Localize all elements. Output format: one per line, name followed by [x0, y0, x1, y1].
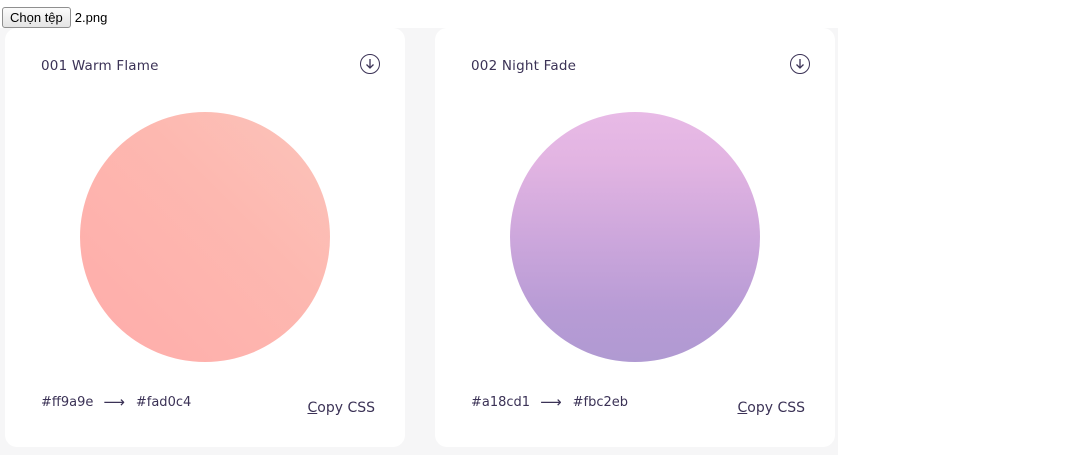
arrow-right-icon: ⟶ — [540, 393, 562, 411]
card-title: 002 Night Fade — [471, 58, 577, 74]
copy-css-label-rest: opy CSS — [747, 400, 805, 416]
download-icon[interactable] — [360, 54, 380, 74]
file-input: Chọn tệp 2.png — [2, 6, 107, 28]
copy-css-label-rest: opy CSS — [317, 400, 375, 416]
arrow-right-icon: ⟶ — [103, 393, 125, 411]
download-icon[interactable] — [790, 54, 810, 74]
copy-css-label-first: C — [737, 400, 748, 416]
selected-file-name: 2.png — [74, 9, 108, 25]
card-title: 001 Warm Flame — [41, 58, 159, 74]
to-color-code: #fbc2eb — [572, 395, 628, 410]
from-color-code: #ff9a9e — [41, 395, 94, 410]
gradient-preview-circle — [510, 112, 760, 362]
to-color-code: #fad0c4 — [135, 395, 192, 410]
gradient-preview-circle — [80, 112, 330, 362]
gradient-card-night-fade: 002 Night Fade #a18cd1 ⟶ #fbc2eb Copy CS… — [435, 28, 835, 447]
gradient-gallery: 001 Warm Flame #ff9a9e ⟶ #fad0c4 Copy CS… — [0, 28, 838, 455]
choose-file-button[interactable]: Chọn tệp — [2, 6, 71, 28]
copy-css-button[interactable]: Copy CSS — [737, 400, 805, 416]
color-stops: #ff9a9e ⟶ #fad0c4 — [41, 393, 192, 411]
color-stops: #a18cd1 ⟶ #fbc2eb — [471, 393, 628, 411]
gradient-card-warm-flame: 001 Warm Flame #ff9a9e ⟶ #fad0c4 Copy CS… — [5, 28, 405, 447]
copy-css-button[interactable]: Copy CSS — [307, 400, 375, 416]
copy-css-label-first: C — [307, 400, 318, 416]
from-color-code: #a18cd1 — [471, 395, 531, 410]
